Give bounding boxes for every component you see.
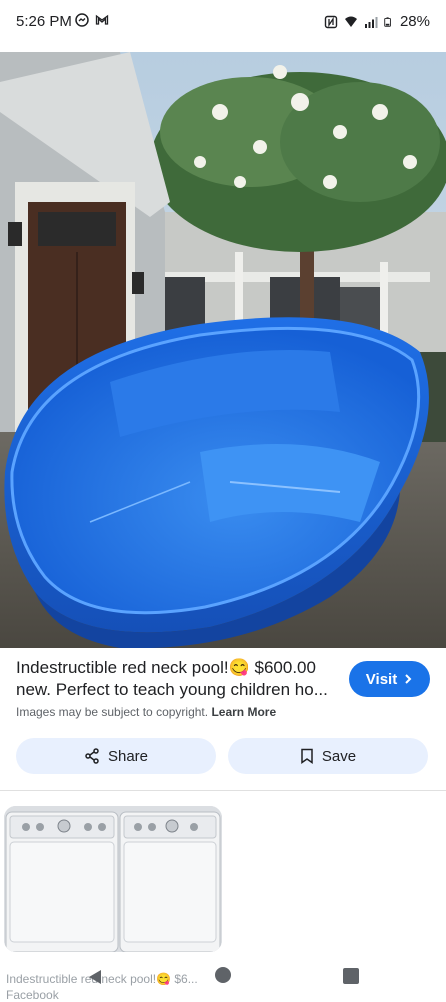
visit-label: Visit — [365, 670, 398, 688]
copyright-text: Images may be subject to copyright. — [16, 705, 209, 719]
status-time: 5:26 PM — [16, 13, 72, 30]
washer-dryer-photo — [4, 806, 222, 952]
home-icon[interactable] — [214, 966, 232, 984]
result-title-line-1: Indestructible red neck pool!😋 $600.00 — [16, 658, 316, 677]
visit-button[interactable]: Visit — [349, 661, 430, 697]
bookmark-icon — [301, 748, 313, 764]
pool-photo — [0, 52, 446, 648]
gmail-icon — [95, 14, 109, 25]
divider — [0, 790, 446, 791]
recents-icon[interactable] — [343, 968, 359, 984]
facebook-messenger-icon — [75, 13, 89, 27]
status-bar: 5:26 PM 28% — [0, 0, 446, 44]
back-icon[interactable] — [86, 968, 104, 986]
share-label: Share — [107, 747, 149, 765]
result-title-line-2: new. Perfect to teach young children ho.… — [16, 680, 328, 699]
save-button[interactable]: Save — [228, 738, 428, 774]
wifi-icon — [344, 16, 357, 27]
learn-more-link[interactable]: Learn More — [211, 705, 276, 719]
save-label: Save — [321, 747, 357, 765]
chevron-right-icon — [405, 674, 412, 684]
signal-icon — [364, 16, 378, 28]
copyright-notice: Images may be subject to copyright. Lear… — [16, 705, 276, 719]
share-icon — [85, 748, 99, 764]
related-result-image[interactable] — [4, 806, 222, 952]
share-button[interactable]: Share — [16, 738, 216, 774]
nfc-icon — [324, 15, 338, 28]
result-title[interactable]: Indestructible red neck pool!😋 $600.00 n… — [16, 657, 336, 701]
battery-percent: 28% — [399, 13, 430, 30]
battery-icon — [384, 16, 391, 27]
result-image[interactable] — [0, 52, 446, 648]
